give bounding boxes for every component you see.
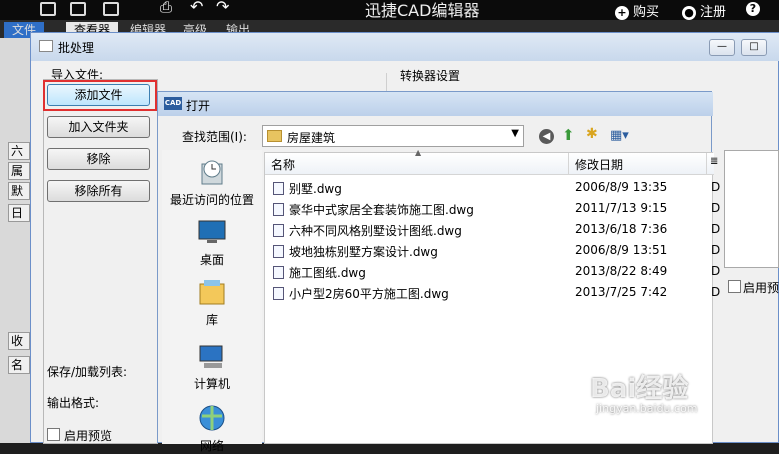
column-header: 名称 ▲ 修改日期 ≣ bbox=[265, 148, 718, 175]
maximize-button[interactable]: □ bbox=[741, 39, 767, 56]
register-button[interactable]: ● 注册 bbox=[682, 1, 726, 20]
place-computer[interactable]: 计算机 bbox=[162, 340, 262, 392]
left-tab-3[interactable]: 默 bbox=[8, 182, 30, 200]
type-column-header[interactable]: ≣ bbox=[710, 156, 718, 167]
modified-column-header[interactable]: 修改日期 bbox=[575, 156, 623, 173]
cart-icon: + bbox=[615, 6, 629, 20]
converter-settings-label: 转换器设置 bbox=[400, 69, 461, 83]
dwg-file-icon bbox=[273, 266, 284, 279]
print-preview-icon[interactable]: ⎙ bbox=[160, 0, 172, 16]
file-row[interactable]: 小户型2房60平方施工图.dwg 2013/7/25 7:42 D bbox=[265, 283, 720, 304]
remove-all-button[interactable]: 移除所有 bbox=[47, 180, 150, 202]
file-row[interactable]: 豪华中式家居全套装饰施工图.dwg 2011/7/13 9:15 D bbox=[265, 199, 720, 220]
look-in-value: 房屋建筑 bbox=[287, 131, 336, 145]
view-menu-icon[interactable]: ▦▾ bbox=[610, 128, 629, 143]
place-network[interactable]: 网络 bbox=[162, 402, 262, 454]
key-icon: ● bbox=[682, 6, 696, 20]
name-column-header[interactable]: 名称 bbox=[271, 156, 295, 173]
up-folder-icon[interactable]: ⬆ bbox=[562, 126, 575, 144]
app-title: 迅捷CAD编辑器 bbox=[365, 1, 480, 20]
library-icon bbox=[199, 280, 225, 305]
dwg-file-icon bbox=[273, 182, 284, 195]
enable-preview-label: 启用预览 bbox=[64, 429, 113, 443]
left-tab-5[interactable]: 收 bbox=[8, 332, 30, 350]
computer-icon bbox=[199, 345, 223, 368]
place-recent[interactable]: 最近访问的位置 bbox=[162, 156, 262, 208]
sort-arrow-icon: ▲ bbox=[415, 148, 422, 157]
dwg-file-icon bbox=[273, 203, 284, 216]
remove-button[interactable]: 移除 bbox=[47, 148, 150, 170]
help-icon: ? bbox=[746, 2, 760, 16]
left-tab-2[interactable]: 属 bbox=[8, 162, 30, 180]
chevron-down-icon: ▼ bbox=[511, 128, 519, 139]
cad-logo-icon: CAD bbox=[164, 97, 182, 110]
highlight-box bbox=[43, 80, 157, 111]
place-library[interactable]: 库 bbox=[162, 276, 262, 328]
dwg-file-icon bbox=[273, 245, 284, 258]
undo-icon[interactable]: ↶ bbox=[190, 0, 203, 16]
file-row[interactable]: 坡地独栋别墅方案设计.dwg 2006/8/9 13:51 D bbox=[265, 241, 720, 262]
save-icon[interactable] bbox=[70, 2, 86, 16]
minimize-button[interactable]: — bbox=[709, 39, 735, 56]
batch-title-bar[interactable]: 批处理 — □ bbox=[31, 33, 779, 61]
left-tab-6[interactable]: 名 bbox=[8, 356, 30, 374]
left-tab-4[interactable]: 日 bbox=[8, 204, 30, 222]
file-row[interactable]: 施工图纸.dwg 2013/8/22 8:49 D bbox=[265, 262, 720, 283]
new-folder-icon[interactable]: ✱ bbox=[586, 126, 598, 142]
enable-preview-checkbox[interactable] bbox=[47, 428, 60, 441]
batch-window-icon bbox=[39, 40, 53, 52]
help-button[interactable]: ? bbox=[746, 1, 764, 16]
output-format-label: 输出格式: bbox=[47, 396, 100, 410]
file-row[interactable]: 六种不同风格别墅设计图纸.dwg 2013/6/18 7:36 D bbox=[265, 220, 720, 241]
print-icon[interactable] bbox=[103, 2, 119, 16]
open-title: 打开 bbox=[186, 99, 211, 113]
places-bar: 最近访问的位置 桌面 库 计算机 网络 bbox=[162, 150, 262, 453]
dwg-file-icon bbox=[273, 224, 284, 237]
recent-places-icon bbox=[201, 160, 223, 185]
place-desktop[interactable]: 桌面 bbox=[162, 216, 262, 268]
dwg-file-icon bbox=[273, 287, 284, 300]
watermark: Bai经验 jingyan.baidu.com bbox=[590, 374, 698, 415]
look-in-label: 查找范围(I): bbox=[182, 130, 247, 144]
folder-icon bbox=[267, 130, 282, 142]
save-load-list-label: 保存/加载列表: bbox=[47, 365, 128, 379]
enable-preview-right-label: 启用预 bbox=[743, 281, 779, 295]
left-panel: 六 属 默 日 收 名 bbox=[0, 38, 30, 443]
network-icon bbox=[199, 405, 225, 431]
preview-pane bbox=[724, 150, 779, 268]
redo-icon[interactable]: ↷ bbox=[216, 0, 229, 16]
desktop-icon bbox=[198, 220, 226, 243]
buy-button[interactable]: + 购买 bbox=[615, 1, 659, 20]
file-row[interactable]: 别墅.dwg 2006/8/9 13:35 D bbox=[265, 178, 720, 199]
add-folder-button[interactable]: 加入文件夹 bbox=[47, 116, 150, 138]
open-title-bar[interactable]: CAD 打开 bbox=[158, 92, 713, 116]
left-tab-1[interactable]: 六 bbox=[8, 142, 30, 160]
app-toolbar: ⎙ ↶ ↷ 迅捷CAD编辑器 + 购买 ● 注册 ? bbox=[0, 0, 779, 20]
new-file-icon[interactable] bbox=[40, 2, 56, 16]
back-icon[interactable]: ◀ bbox=[539, 129, 554, 144]
batch-title: 批处理 bbox=[58, 41, 95, 55]
look-in-select[interactable]: 房屋建筑 ▼ bbox=[262, 125, 524, 147]
enable-preview-right-checkbox[interactable] bbox=[728, 280, 741, 293]
